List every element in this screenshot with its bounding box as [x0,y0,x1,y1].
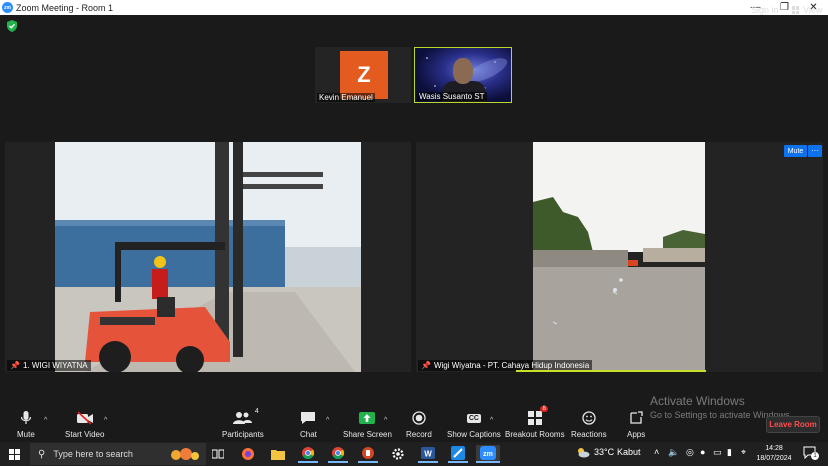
window-titlebar: zm Zoom Meeting - Room 1 — ❐ ✕ [0,0,828,15]
participants-button[interactable]: 4 Participants [222,408,264,439]
network-globe-icon[interactable]: ◎ [686,447,694,458]
weather-temperature[interactable]: 33°C [594,447,614,457]
svg-text:W: W [424,450,432,459]
file-explorer-icon[interactable] [268,445,288,463]
search-placeholder: Type here to search [53,449,133,459]
active-speaker-indicator [516,370,706,372]
participants-label: Participants [222,430,264,439]
participant-mute-button[interactable]: Mute [784,145,807,157]
breakout-rooms-badge: 8 [540,406,548,412]
powerpoint-icon[interactable] [358,445,378,463]
reactions-button[interactable]: Reactions [571,410,607,439]
participant-name: Wigi Wiyatna - PT. Cahaya Hidup Indonesi… [433,361,590,370]
record-label: Record [406,430,432,439]
word-icon[interactable]: W [418,445,438,463]
participant-name-label: 📌 1. WIGI WIYATNA [7,360,91,371]
zoom-logo-icon: zm [2,2,13,13]
chat-options-chevron-icon[interactable]: ^ [326,417,329,424]
chat-label: Chat [300,430,317,439]
weather-description[interactable]: Kabut [617,447,641,457]
chrome-profile-icon[interactable] [328,445,348,463]
view-label: View [803,5,823,15]
weather-cloud-icon[interactable] [576,447,590,460]
search-highlight-illustration-icon [171,448,199,460]
chat-button[interactable]: Chat [300,410,317,439]
participants-icon [232,412,252,424]
task-view-icon[interactable] [208,445,228,463]
leave-room-button[interactable]: Leave Room [766,416,820,433]
video-options-chevron-icon[interactable]: ^ [104,417,107,424]
breakout-rooms-button[interactable]: 8 Breakout Rooms [505,406,565,439]
captions-options-chevron-icon[interactable]: ^ [490,417,493,424]
record-icon [412,411,426,425]
svg-text:zm: zm [483,451,493,458]
show-captions-button[interactable]: CC Show Captions [447,410,501,439]
clock-time: 14:28 [765,445,783,452]
start-video-label: Start Video [65,430,105,439]
parking-lot-video [533,142,705,372]
participant-avatar: Z [340,51,388,99]
notification-center-icon[interactable]: 1 [803,446,819,461]
zoom-taskbar-icon[interactable]: zm [476,445,500,463]
activate-windows-watermark: Activate Windows [650,394,745,408]
apps-icon [630,411,643,424]
video-tile-right[interactable]: 📌 Wigi Wiyatna - PT. Cahaya Hidup Indone… [416,142,823,372]
chat-bubble-icon [301,412,316,424]
breakout-rooms-icon [527,411,542,425]
security-shield-icon[interactable] [7,20,17,32]
forklift-video [55,142,361,372]
taskbar-search-box[interactable]: ⚲ Type here to search [30,443,206,465]
windows-start-icon[interactable] [9,449,20,460]
tray-chevron-up-icon[interactable]: ˄ [654,447,659,457]
pin-icon: 📌 [10,361,20,370]
taskbar-clock[interactable]: 14:28 18/07/2024 [752,444,796,464]
grid-view-icon [792,6,800,14]
pin-icon: 📌 [421,361,431,370]
microphone-icon [20,411,31,424]
apps-label: Apps [627,430,646,439]
battery-icon[interactable]: ▮ [727,447,732,458]
share-screen-button[interactable]: Share Screen [343,410,392,439]
mute-options-chevron-icon[interactable]: ^ [44,417,47,424]
notification-count: 1 [811,452,819,460]
share-screen-label: Share Screen [343,430,392,439]
tray-mic-icon[interactable]: ● [700,447,705,457]
participant-thumbnail-wasis[interactable]: Wasis Susanto ST [414,47,512,103]
chrome-icon[interactable] [298,445,318,463]
reactions-smiley-icon [582,411,596,425]
wifi-icon[interactable]: ⌖ [741,447,746,458]
show-captions-label: Show Captions [447,430,501,439]
window-title: Zoom Meeting - Room 1 [16,2,114,13]
record-button[interactable]: Record [406,410,432,439]
windows-taskbar: ⚲ Type here to search W zm 33°C Kabut ˄ … [0,442,828,466]
participant-name: 1. WIGI WIYATNA [22,361,88,370]
mute-label: Mute [17,430,35,439]
participant-name: Kevin Emanuel [317,93,375,102]
participant-face [453,58,473,84]
participant-name: Wasis Susanto ST [417,92,487,101]
participant-more-button[interactable]: ··· [808,145,822,157]
reactions-label: Reactions [571,430,607,439]
search-icon: ⚲ [38,448,46,460]
meeting-topbar [0,15,828,37]
share-screen-icon [359,412,376,424]
mute-button[interactable]: Mute [17,410,35,439]
closed-captions-icon: CC [466,413,481,423]
participant-thumbnail-kevin[interactable]: Z Kevin Emanuel [315,47,411,103]
breakout-rooms-label: Breakout Rooms [505,430,565,439]
sign-in-link[interactable]: Sign in [751,5,779,15]
video-camera-off-icon [76,411,93,425]
app-blue-icon[interactable] [448,445,468,463]
start-video-button[interactable]: Start Video [65,410,104,439]
participants-count: 4 [254,408,259,415]
view-button[interactable]: View [792,5,822,15]
firefox-icon[interactable] [238,445,258,463]
apps-button[interactable]: Apps [627,410,645,439]
speaker-volume-icon[interactable]: 🔈 [668,447,679,458]
settings-gear-icon[interactable] [388,445,408,463]
tray-app-icon[interactable]: ▭ [713,447,722,458]
clock-date: 18/07/2024 [756,455,792,462]
share-options-chevron-icon[interactable]: ^ [384,417,387,424]
video-tile-left[interactable]: 📌 1. WIGI WIYATNA [5,142,411,372]
